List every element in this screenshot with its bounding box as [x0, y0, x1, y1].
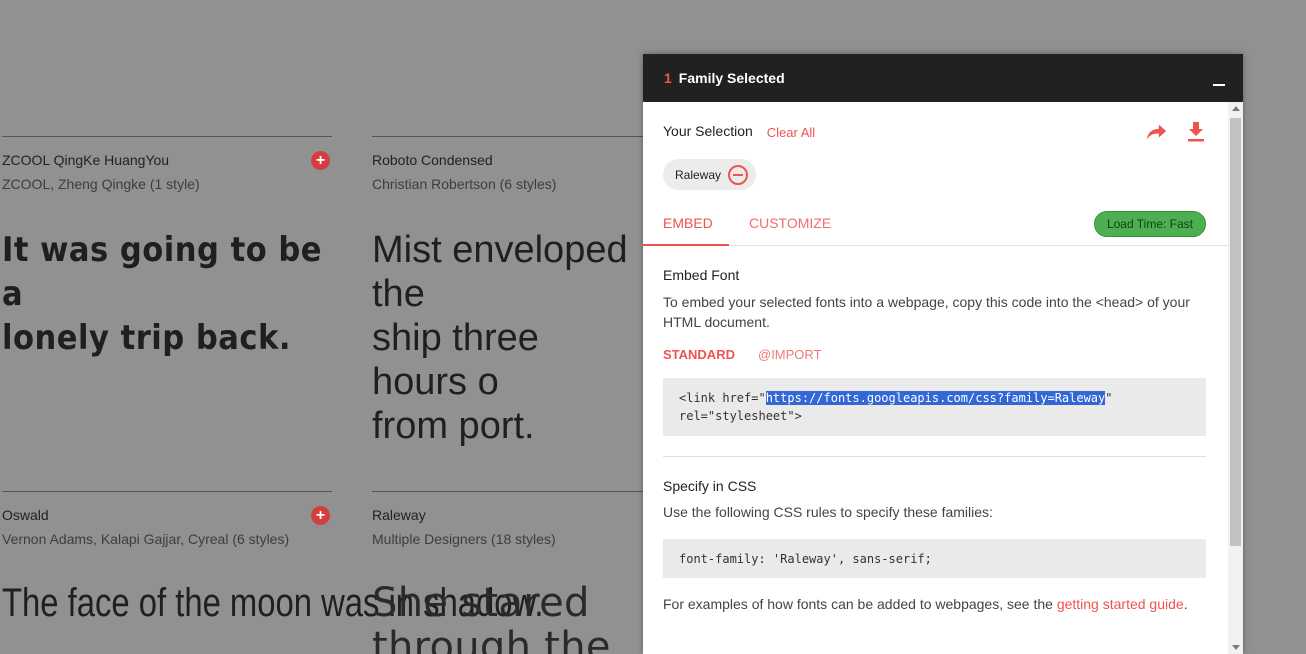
selection-drawer: 1 Family Selected Your Selection Clear A… — [643, 54, 1243, 654]
tab-customize[interactable]: CUSTOMIZE — [749, 215, 831, 231]
font-sample-text: It was going to be a lonely trip back. — [2, 230, 323, 358]
code-prefix: <link href=" — [679, 391, 766, 405]
drawer-tabs: EMBED CUSTOMIZE Load Time: Fast — [643, 202, 1228, 246]
clear-all-link[interactable]: Clear All — [767, 125, 815, 140]
remove-circle-icon[interactable] — [728, 164, 749, 185]
selected-count: 1 — [664, 70, 672, 86]
font-sample-text: She stared through the — [372, 580, 611, 654]
specify-css-title: Specify in CSS — [663, 478, 757, 494]
add-icon[interactable]: + — [311, 151, 330, 170]
scrollbar-thumb[interactable] — [1230, 118, 1241, 546]
code-url-selected[interactable]: https://fonts.googleapis.com/css?family=… — [765, 391, 1106, 405]
getting-started-text: For examples of how fonts can be added t… — [663, 594, 1206, 614]
tab-embed[interactable]: EMBED — [663, 215, 713, 231]
font-designer: Vernon Adams, Kalapi Gajjar, Cyreal (6 s… — [2, 531, 290, 547]
footer-end: . — [1183, 596, 1188, 612]
share-icon[interactable] — [1146, 122, 1168, 142]
font-name: Raleway — [372, 507, 426, 523]
drawer-title: Family Selected — [678, 70, 785, 86]
tab-import[interactable]: @IMPORT — [758, 347, 822, 362]
chip-label: Raleway — [675, 167, 722, 182]
getting-started-link[interactable]: getting started guide — [1057, 596, 1184, 612]
font-name: ZCOOL QingKe HuangYou — [2, 152, 170, 168]
section-divider — [663, 456, 1206, 457]
card-divider — [2, 136, 332, 137]
embed-font-description: To embed your selected fonts into a webp… — [663, 294, 1190, 330]
font-name: Oswald — [2, 507, 49, 523]
drawer-header[interactable]: 1 Family Selected — [643, 54, 1243, 102]
font-designer: ZCOOL, Zheng Qingke (1 style) — [2, 176, 200, 192]
load-time-badge: Load Time: Fast — [1093, 211, 1206, 237]
drawer-scrollbar[interactable] — [1228, 102, 1243, 654]
active-tab-indicator — [643, 244, 729, 246]
font-card-raleway[interactable]: Raleway Multiple Designers (18 styles) S… — [372, 491, 644, 654]
css-code-box[interactable]: font-family: 'Raleway', sans-serif; — [663, 539, 1206, 578]
font-card-roboto-condensed[interactable]: Roboto Condensed Christian Robertson (6 … — [372, 136, 644, 448]
specify-css-description: Use the following CSS rules to specify t… — [663, 504, 993, 520]
selection-row: Your Selection Clear All — [663, 122, 1208, 142]
selected-font-chip: Raleway — [663, 159, 757, 190]
embed-font-title: Embed Font — [663, 267, 740, 283]
font-name: Roboto Condensed — [372, 152, 493, 168]
drawer-body: Your Selection Clear All Raleway EMBED C… — [643, 102, 1228, 654]
download-icon[interactable] — [1187, 122, 1205, 142]
font-designer: Multiple Designers (18 styles) — [372, 531, 556, 547]
embed-code-box[interactable]: <link href="https://fonts.googleapis.com… — [663, 378, 1206, 436]
font-sample-text: Mist enveloped the ship three hours o fr… — [372, 229, 628, 447]
card-divider — [2, 491, 332, 492]
selection-label: Your Selection — [663, 123, 753, 139]
minimize-icon[interactable] — [1213, 84, 1225, 86]
card-divider — [372, 136, 644, 137]
scroll-down-icon[interactable] — [1232, 645, 1240, 650]
scroll-up-icon[interactable] — [1232, 106, 1240, 111]
footer-text: For examples of how fonts can be added t… — [663, 596, 1057, 612]
font-card-zcool[interactable]: ZCOOL QingKe HuangYou ZCOOL, Zheng Qingk… — [2, 136, 332, 360]
font-designer: Christian Robertson (6 styles) — [372, 176, 557, 192]
font-card-oswald[interactable]: Oswald Vernon Adams, Kalapi Gajjar, Cyre… — [2, 491, 544, 625]
font-sample-text: The face of the moon was in shadow. — [2, 581, 544, 625]
add-icon[interactable]: + — [311, 506, 330, 525]
tab-standard[interactable]: STANDARD — [663, 347, 735, 362]
card-divider — [372, 491, 644, 492]
